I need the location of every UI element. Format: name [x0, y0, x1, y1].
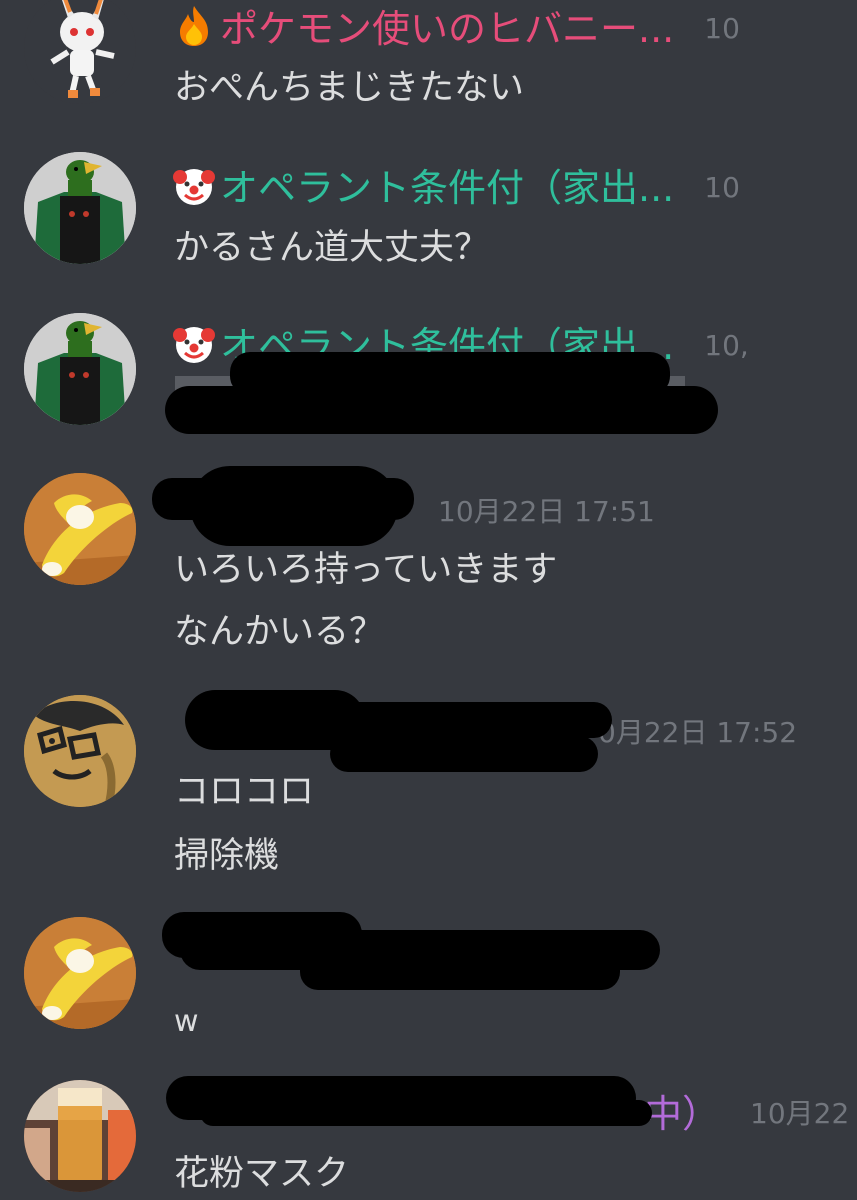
avatar[interactable] — [24, 473, 136, 585]
redaction-scribble — [165, 386, 718, 434]
author-name[interactable]: 中） — [644, 1092, 720, 1136]
message-header: ポケモン使いのヒバニー... 10 — [172, 4, 740, 52]
redaction-scribble — [190, 466, 398, 546]
clown-face-icon — [172, 163, 216, 207]
message-text: いろいろ持っていきます — [174, 550, 558, 590]
timestamp: 10 — [704, 171, 740, 204]
timestamp: 10月22 — [750, 1097, 850, 1130]
fire-icon — [172, 4, 216, 48]
message-text: 掃除機 — [174, 836, 280, 876]
avatar[interactable] — [24, 313, 136, 425]
timestamp: 10月22日 17:51 — [438, 495, 655, 528]
author-name[interactable]: ポケモン使いのヒバニー... — [220, 7, 674, 51]
avatar[interactable] — [24, 917, 136, 1029]
avatar[interactable] — [24, 152, 136, 264]
timestamp: 10, — [704, 329, 749, 362]
avatar[interactable] — [24, 695, 136, 807]
message-text: コロコロ — [174, 772, 315, 812]
message-text: かるさん道大丈夫？ — [174, 228, 490, 268]
message-text: 花粉マスク — [174, 1154, 350, 1194]
message-header: オペラント条件付（家出... 10 — [172, 163, 740, 211]
message-text: w — [174, 1004, 199, 1039]
message-text: おぺんちまじきたない — [174, 68, 525, 108]
redaction-scribble — [200, 702, 612, 738]
author-name[interactable]: オペラント条件付（家出... — [220, 166, 674, 210]
timestamp: 0月22日 17:52 — [598, 716, 798, 749]
message-text: なんかいる？ — [174, 612, 385, 652]
timestamp: 10 — [704, 12, 740, 45]
redaction-scribble — [330, 736, 598, 772]
avatar[interactable] — [24, 1080, 136, 1192]
chat-message-list: ポケモン使いのヒバニー... 10 おぺんちまじきたない オペラント条件付（家出… — [0, 0, 857, 1200]
clown-face-icon — [172, 321, 216, 365]
avatar[interactable] — [24, 0, 136, 104]
redaction-scribble — [200, 1100, 652, 1126]
redaction-scribble — [300, 952, 620, 990]
